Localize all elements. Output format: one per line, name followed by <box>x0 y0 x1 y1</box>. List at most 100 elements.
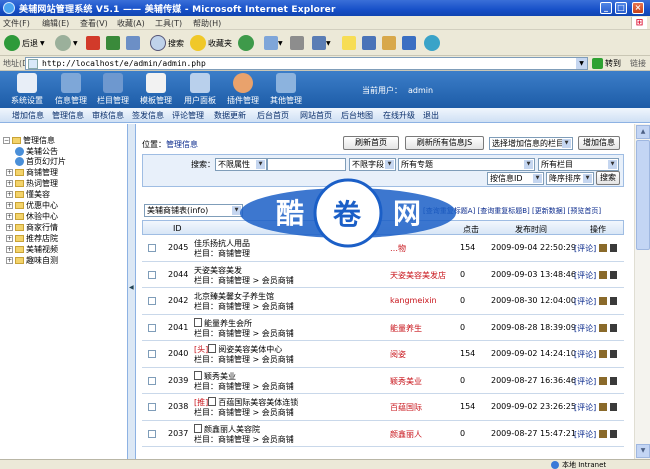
comment-link[interactable]: [评论] <box>574 403 596 412</box>
subnav-online-upgrade[interactable]: 在线升级 <box>383 110 415 121</box>
refresh-button[interactable] <box>106 34 120 52</box>
table-select[interactable]: 美辅商铺表(info) <box>144 204 243 217</box>
comment-link[interactable]: [评论] <box>574 271 596 280</box>
column-select[interactable]: 选择增加信息的栏目 <box>489 137 573 150</box>
favorites-button[interactable]: 收藏夹 <box>190 34 232 52</box>
nav-other-manage[interactable]: 其他管理 <box>267 73 305 106</box>
minimize-button[interactable]: _ <box>600 2 612 14</box>
home-button[interactable] <box>126 34 140 52</box>
back-button[interactable]: 后退 ▼ <box>4 34 45 52</box>
mail-button[interactable]: ▼ <box>264 34 283 52</box>
edit-icon[interactable] <box>599 403 608 411</box>
tree-root[interactable]: − 管理信息 <box>3 135 55 146</box>
category-select[interactable]: 所有栏目 <box>538 158 619 171</box>
row-checkbox[interactable] <box>148 297 156 305</box>
print-button[interactable] <box>290 34 304 52</box>
row-checkbox[interactable] <box>148 244 156 252</box>
address-input[interactable]: http://localhost/e/admin/admin.php ▼ <box>25 57 588 70</box>
subnav-add-info[interactable]: 增加信息 <box>12 110 44 121</box>
menu-edit[interactable]: 编辑(E) <box>42 18 69 29</box>
subnav-admin-map[interactable]: 后台地图 <box>341 110 373 121</box>
tree-item[interactable]: 首页幻灯片 <box>15 156 66 167</box>
row-column-path[interactable]: 商铺管理 <box>218 249 250 258</box>
expand-icon[interactable]: + <box>6 180 13 187</box>
row-checkbox[interactable] <box>148 350 156 358</box>
search-button[interactable]: 搜索 <box>150 34 184 52</box>
links-button[interactable]: 链接 <box>630 58 646 69</box>
delete-icon[interactable] <box>610 429 618 438</box>
row-shop[interactable]: 阅姿 <box>390 349 406 360</box>
subnav-manage-info[interactable]: 管理信息 <box>52 110 84 121</box>
subnav-logout[interactable]: 退出 <box>423 110 439 121</box>
row-shop[interactable]: 百蕴国际 <box>390 402 422 413</box>
delete-icon[interactable] <box>610 270 618 279</box>
nav-plugin-manage[interactable]: 插件管理 <box>224 73 262 106</box>
notes-button[interactable] <box>342 34 356 52</box>
collapse-left-icon[interactable]: ◀ <box>129 284 134 291</box>
expand-icon[interactable]: + <box>6 235 13 242</box>
subnav-comment-manage[interactable]: 评论管理 <box>172 110 204 121</box>
edit-icon[interactable] <box>599 429 608 438</box>
row-column-path[interactable]: 商铺管理 > 会员商铺 <box>218 302 294 311</box>
tree-item[interactable]: + 商家行情 <box>6 222 58 233</box>
subnav-site-home[interactable]: 网站首页 <box>300 110 332 121</box>
row-shop[interactable]: kangmeixin <box>390 296 437 305</box>
expand-icon[interactable]: + <box>6 213 13 220</box>
nav-column-manage[interactable]: 栏目管理 <box>94 73 132 106</box>
row-shop[interactable]: 天姿美容美发店 <box>390 270 446 281</box>
row-checkbox[interactable] <box>148 376 156 385</box>
collapse-icon[interactable]: − <box>3 137 10 144</box>
row-checkbox[interactable] <box>148 270 156 279</box>
scroll-down-icon[interactable]: ▼ <box>636 444 650 458</box>
messenger-button[interactable] <box>362 34 376 52</box>
scroll-up-icon[interactable]: ▲ <box>636 125 650 139</box>
edit-icon[interactable] <box>599 323 608 332</box>
expand-icon[interactable]: + <box>6 191 13 198</box>
tree-item[interactable]: + 商铺管理 <box>6 167 58 178</box>
tree-item[interactable]: + 美辅视频 <box>6 244 58 255</box>
refresh-js-button[interactable]: 刷新所有信息JS <box>405 136 484 150</box>
edit-icon[interactable] <box>599 244 608 252</box>
subnav-review-info[interactable]: 审核信息 <box>92 110 124 121</box>
edit-button[interactable]: ▼ <box>312 34 331 52</box>
row-checkbox[interactable] <box>148 403 156 411</box>
comment-link[interactable]: [评论] <box>574 350 596 359</box>
history-button[interactable] <box>238 34 256 52</box>
delete-icon[interactable] <box>610 376 618 385</box>
vertical-scrollbar[interactable]: ▲ ▼ <box>634 124 650 459</box>
comment-link[interactable]: [评论] <box>574 377 596 386</box>
keyword-input[interactable] <box>267 158 346 171</box>
refresh-home-button[interactable]: 刷新首页 <box>343 136 399 150</box>
maximize-button[interactable]: □ <box>615 2 627 14</box>
location-link[interactable]: 管理信息 <box>166 140 198 149</box>
scroll-thumb[interactable] <box>636 140 650 250</box>
delete-icon[interactable] <box>610 350 618 358</box>
row-column-path[interactable]: 商铺管理 > 会员商铺 <box>218 276 294 285</box>
tree-item[interactable]: + 热词管理 <box>6 178 58 189</box>
row-title[interactable]: 颜鑫丽人美容院 <box>204 425 260 434</box>
subnav-sign-info[interactable]: 签发信息 <box>132 110 164 121</box>
menu-file[interactable]: 文件(F) <box>3 18 30 29</box>
tree-item[interactable]: + 优惠中心 <box>6 200 58 211</box>
attr-select[interactable]: 不限属性 <box>215 158 267 171</box>
row-title[interactable]: 天姿美容美发 <box>194 266 242 275</box>
add-info-button[interactable]: 增加信息 <box>578 136 620 150</box>
edit-icon[interactable] <box>599 270 608 279</box>
row-shop[interactable]: 能量养生 <box>390 323 422 334</box>
row-checkbox[interactable] <box>148 429 156 438</box>
row-column-path[interactable]: 商铺管理 > 会员商铺 <box>218 355 294 364</box>
expand-icon[interactable]: + <box>6 246 13 253</box>
expand-icon[interactable]: + <box>6 224 13 231</box>
sort-order-select[interactable]: 降序排序 <box>546 172 594 185</box>
expand-icon[interactable]: + <box>6 169 13 176</box>
tree-item[interactable]: + 趣味自测 <box>6 255 58 266</box>
menu-help[interactable]: 帮助(H) <box>193 18 221 29</box>
row-title[interactable]: 能量养生会所 <box>204 319 252 328</box>
tree-item[interactable]: + 休验中心 <box>6 211 58 222</box>
expand-icon[interactable]: + <box>6 257 13 264</box>
delete-icon[interactable] <box>610 297 618 305</box>
row-column-path[interactable]: 商铺管理 > 会员商铺 <box>218 435 294 444</box>
panel-splitter[interactable]: ◀ <box>128 124 136 459</box>
msn-button[interactable] <box>424 34 442 52</box>
delete-icon[interactable] <box>610 244 618 252</box>
